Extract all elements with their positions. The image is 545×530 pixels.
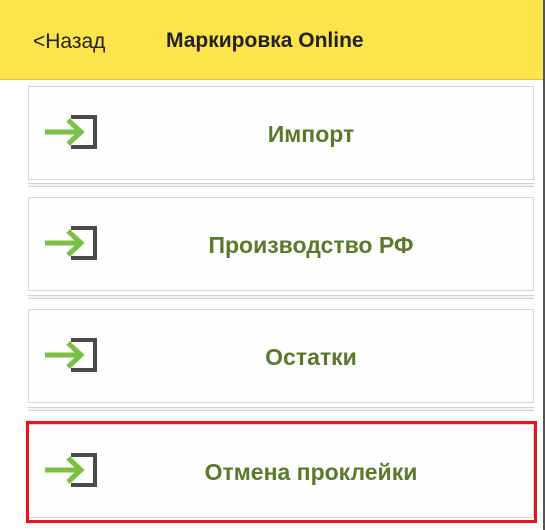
menu-item-label: Отмена проклейки — [204, 459, 418, 485]
back-button[interactable]: <Назад — [33, 30, 105, 54]
menu-item-production-rf[interactable]: Производство РФ — [28, 197, 534, 291]
menu-item-cancel-labeling[interactable]: Отмена проклейки — [28, 424, 534, 518]
screen: <Назад Маркировка Online Импорт Производ… — [0, 0, 545, 530]
divider — [28, 183, 534, 187]
menu-item-label: Остатки — [265, 344, 357, 370]
menu-item-label: Производство РФ — [208, 232, 414, 258]
menu-item-label: Импорт — [267, 121, 355, 147]
menu-item-stock[interactable]: Остатки — [28, 309, 534, 403]
divider — [28, 407, 534, 411]
page-title: Маркировка Online — [166, 29, 364, 52]
menu-item-import[interactable]: Импорт — [28, 86, 534, 180]
divider — [28, 295, 534, 299]
app-header: <Назад Маркировка Online — [0, 0, 543, 80]
